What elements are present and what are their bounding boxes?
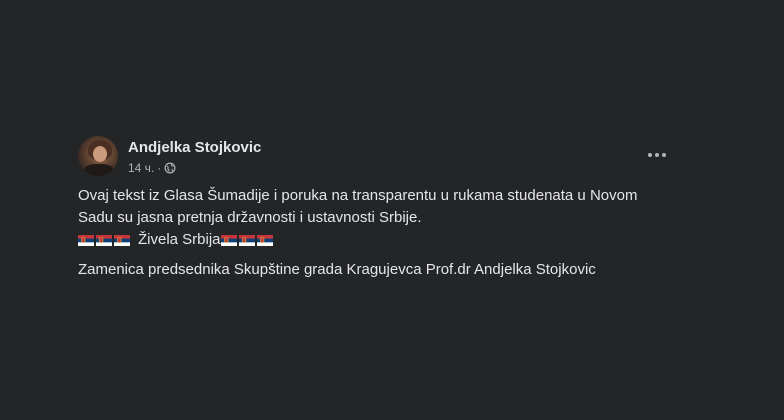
avatar-face — [93, 146, 107, 162]
more-options-icon[interactable] — [642, 144, 672, 166]
serbia-flag-icon — [96, 234, 112, 246]
serbia-flag-icon — [238, 234, 255, 246]
flags-after — [220, 234, 275, 246]
meta-separator: · — [157, 161, 162, 175]
globe-icon[interactable] — [164, 162, 176, 174]
author-name[interactable]: Andjelka Stojkovic — [128, 139, 261, 156]
avatar[interactable] — [78, 136, 118, 176]
avatar-body — [84, 164, 114, 176]
zivela-srbija-text: Živela Srbija — [138, 231, 221, 248]
post-text-line-4: Zamenica predsednika Skupštine grada Kra… — [78, 261, 596, 278]
post-time[interactable]: 14 ч. — [128, 161, 154, 175]
serbia-flag-icon — [78, 234, 94, 246]
serbia-flag-icon — [256, 234, 273, 246]
post-card: Andjelka Stojkovic 14 ч. · Ovaj tekst iz… — [0, 0, 784, 420]
post-text-line-2: Sadu su jasna pretnja državnosti i ustav… — [78, 209, 422, 226]
serbia-flag-icon — [220, 234, 237, 246]
post-text-line-3: Živela Srbija — [78, 230, 275, 250]
post-text-line-1: Ovaj tekst iz Glasa Šumadije i poruka na… — [78, 187, 638, 204]
serbia-flag-icon — [114, 234, 130, 246]
flags-before — [78, 234, 132, 246]
post-meta: 14 ч. · — [128, 161, 176, 175]
